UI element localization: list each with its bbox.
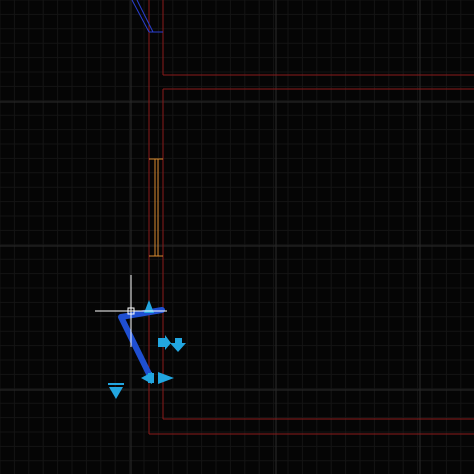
cad-drawing-viewport[interactable] (0, 0, 474, 474)
triangle-right-grip-icon[interactable] (158, 372, 174, 384)
wall-lines (148, 0, 474, 435)
triangle-down-grip-icon[interactable] (108, 383, 124, 399)
double-arrow-grip-icon[interactable] (158, 335, 186, 352)
drawing-canvas[interactable] (0, 0, 474, 474)
drawing-grid (0, 0, 474, 474)
selected-polyline[interactable] (118, 307, 165, 381)
window-element[interactable] (149, 158, 163, 257)
crosshair-cursor-icon (95, 275, 167, 347)
square-grip-icon[interactable] (148, 373, 154, 383)
